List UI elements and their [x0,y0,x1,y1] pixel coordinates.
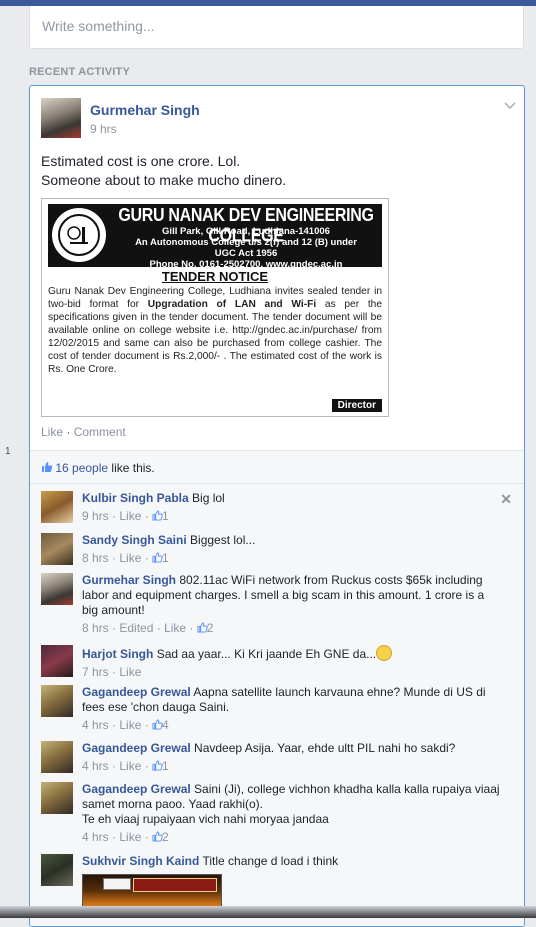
post-text-line: Someone about to make mucho dinero. [41,172,287,188]
composer-placeholder[interactable]: Write something... [42,18,155,34]
image-banner [133,878,217,892]
comment-author[interactable]: Gagandeep Grewal [82,741,191,755]
avatar[interactable] [41,782,73,814]
comment-like-link[interactable]: Like [119,759,141,773]
notice-title: TENDER NOTICE [161,269,269,284]
comment-text: Navdeep Asija. Yaar, ehde ultt PIL nahi … [194,741,456,755]
address-line: An Autonomous College u/s 2(f) and 12 (B… [135,237,357,248]
comment-time[interactable]: 4 hrs [82,718,109,732]
comment-edited[interactable]: Edited [119,621,153,635]
thumbs-up-icon [152,760,163,771]
comment-time[interactable]: 4 hrs [82,830,109,844]
comment-like-link[interactable]: Like [119,718,141,732]
comment-like-count[interactable]: 2 [207,621,214,635]
comment-time[interactable]: 4 hrs [82,759,109,773]
likes-count-link[interactable]: 16 people [55,461,108,475]
avatar[interactable] [41,573,73,605]
gutter-number: 1 [5,446,11,457]
comment-text: Te eh viaaj rupaiyaan vich nahi moryaa j… [82,812,329,826]
avatar[interactable] [41,533,73,565]
comment-like-link[interactable]: Like [164,621,186,635]
post-text-line: Estimated cost is one crore. Lol. [41,153,241,169]
comment-like-count[interactable]: 2 [162,830,169,844]
comment-like-count[interactable]: 1 [162,759,169,773]
comment-like-count[interactable]: 4 [162,718,169,732]
comment-author[interactable]: Harjot Singh [82,647,153,661]
avatar[interactable] [41,645,73,677]
composer-box[interactable]: Write something... [29,6,524,49]
comment-like-link[interactable]: Like [119,665,141,679]
post-card: Gurmehar Singh 9 hrs Estimated cost is o… [29,85,525,927]
comment-author[interactable]: Sukhvir Singh Kaind [82,854,199,868]
address-line: Gill Park, Gill Road, Ludhiana-141006 [162,226,330,237]
comment-like-link[interactable]: Like [119,830,141,844]
comment-link[interactable]: Comment [74,425,126,439]
avatar[interactable] [41,741,73,773]
likes-suffix: like this. [108,461,155,475]
comment-author[interactable]: Sandy Singh Saini [82,533,187,547]
comment-author[interactable]: Kulbir Singh Pabla [82,491,189,505]
comment-time[interactable]: 7 hrs [82,665,109,679]
avatar[interactable] [41,685,73,717]
post-image-tender-notice[interactable]: GURU NANAK DEV ENGINEERING COLLEGE Gill … [41,198,389,417]
notice-body: Guru Nanak Dev Engineering College, Ludh… [48,286,383,375]
address-line: UGC Act 1956 [214,248,278,259]
comment-text: Title change d load i think [202,854,339,868]
avatar[interactable] [41,491,73,523]
thumbs-up-icon [152,510,163,521]
chevron-down-icon[interactable] [504,98,516,110]
college-address: Gill Park, Gill Road, Ludhiana-141006 An… [112,226,380,270]
action-separator: · [63,425,74,439]
comment-text: Sad aa yaar... Ki Kri jaande Eh GNE da..… [156,647,377,661]
comment-text: Big lol [192,491,225,505]
comment-time[interactable]: 8 hrs [82,551,109,565]
college-logo-icon [52,208,106,262]
comment-author[interactable]: Gagandeep Grewal [82,782,191,796]
comment-like-link[interactable]: Like [119,551,141,565]
avatar[interactable] [41,98,81,138]
post-timestamp[interactable]: 9 hrs [90,122,117,136]
channel-logo [103,878,131,890]
comment-text: Biggest lol... [190,533,256,547]
post-actions: Like · Comment [41,425,126,439]
comments-section: 16 people like this. Kulbir Singh Pabla … [30,450,524,926]
notice-header: GURU NANAK DEV ENGINEERING COLLEGE Gill … [48,204,382,270]
post-author-name[interactable]: Gurmehar Singh [90,102,200,118]
bottom-edge [0,906,536,918]
like-link[interactable]: Like [41,425,63,439]
comment-like-count[interactable]: 1 [162,509,169,523]
section-title: RECENT ACTIVITY [29,66,130,78]
thumbs-up-icon [152,719,163,730]
comment-author[interactable]: Gurmehar Singh [82,573,176,587]
comment-time[interactable]: 9 hrs [82,509,109,523]
likes-summary: 16 people like this. [41,461,155,475]
notice-signature: Director [331,399,382,412]
divider [30,483,524,484]
thumbs-up-icon [197,622,208,633]
post-text: Estimated cost is one crore. Lol. Someon… [41,152,286,190]
comment-like-link[interactable]: Like [119,509,141,523]
thumbs-up-icon [152,552,163,563]
thumbs-up-icon [41,461,53,472]
comment-time[interactable]: 8 hrs [82,621,109,635]
close-icon[interactable]: ✕ [500,491,512,508]
avatar[interactable] [41,854,73,886]
sad-face-icon [376,645,393,661]
comment-author[interactable]: Gagandeep Grewal [82,685,191,699]
thumbs-up-icon [152,831,163,842]
comment-like-count[interactable]: 1 [162,551,169,565]
